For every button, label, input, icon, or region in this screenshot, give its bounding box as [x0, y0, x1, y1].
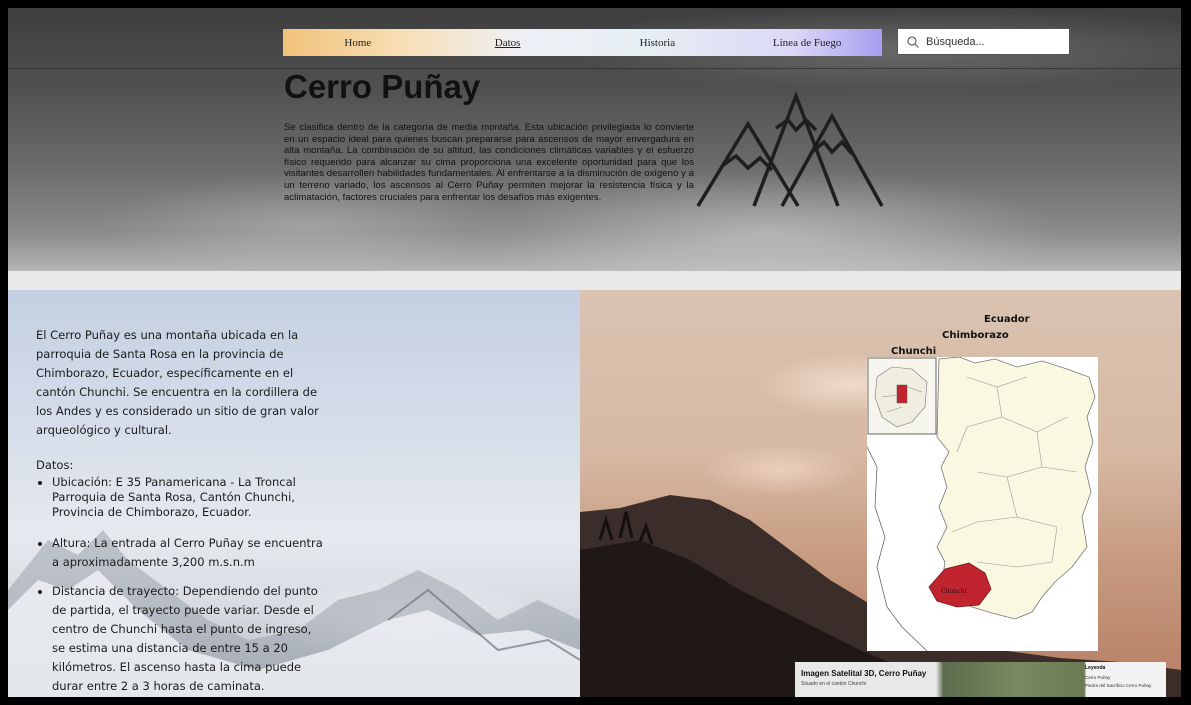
satellite-subtitle: Situado en el cantón Chunchi — [801, 681, 867, 687]
page-title: Cerro Puñay — [284, 68, 481, 105]
search-icon — [907, 35, 919, 48]
map-highlight-label: Chunchi — [941, 588, 966, 595]
map-label-chimborazo: Chimborazo — [942, 330, 1009, 341]
page-frame: Home Datos Historia Linea de Fuego Cerro… — [8, 8, 1181, 697]
satellite-title: Imagen Satelital 3D, Cerro Puñay — [801, 669, 927, 678]
info-panel: El Cerro Puñay es una montaña ubicada en… — [8, 290, 580, 697]
legend-item: Piedra del Sacrificio Cerro Puñay — [1085, 683, 1152, 688]
map-graphic: Chunchi — [867, 357, 1096, 651]
intro-paragraph: El Cerro Puñay es una montaña ubicada en… — [36, 328, 319, 437]
info-content: El Cerro Puñay es una montaña ubicada en… — [36, 326, 326, 697]
section-separator — [8, 271, 1181, 290]
map-panel: Ecuador Chimborazo Chunchi Chunchi Image… — [580, 290, 1181, 697]
canton-map: Chunchi — [867, 357, 1098, 651]
list-item: Distancia de trayecto: Dependiendo del p… — [52, 582, 326, 696]
search-input[interactable] — [924, 34, 1068, 49]
hero-description: Se clasifica dentro de la categoría de m… — [284, 122, 694, 203]
main-nav: Home Datos Historia Linea de Fuego — [283, 29, 882, 56]
map-label-chunchi: Chunchi — [891, 346, 937, 357]
nav-datos[interactable]: Datos — [433, 37, 583, 49]
map-label-ecuador: Ecuador — [984, 314, 1030, 325]
legend-item: Cerro Puñay — [1085, 675, 1111, 680]
list-item: Altura: La entrada al Cerro Puñay se enc… — [52, 534, 326, 572]
satellite-image-panel[interactable]: Imagen Satelital 3D, Cerro Puñay Situado… — [795, 662, 1166, 697]
nav-historia[interactable]: Historia — [583, 37, 733, 49]
search-box[interactable] — [897, 28, 1070, 55]
datos-label: Datos: — [36, 458, 74, 472]
mountain-icon — [696, 91, 884, 207]
nav-linea-de-fuego[interactable]: Linea de Fuego — [732, 37, 882, 49]
list-item: Ubicación: E 35 Panamericana - La Tronca… — [52, 475, 326, 520]
nav-home[interactable]: Home — [283, 37, 433, 49]
legend-title: Leyenda — [1085, 665, 1106, 671]
hero-section: Home Datos Historia Linea de Fuego Cerro… — [8, 8, 1181, 271]
datos-list: Ubicación: E 35 Panamericana - La Tronca… — [36, 475, 326, 696]
divider — [8, 68, 1181, 69]
